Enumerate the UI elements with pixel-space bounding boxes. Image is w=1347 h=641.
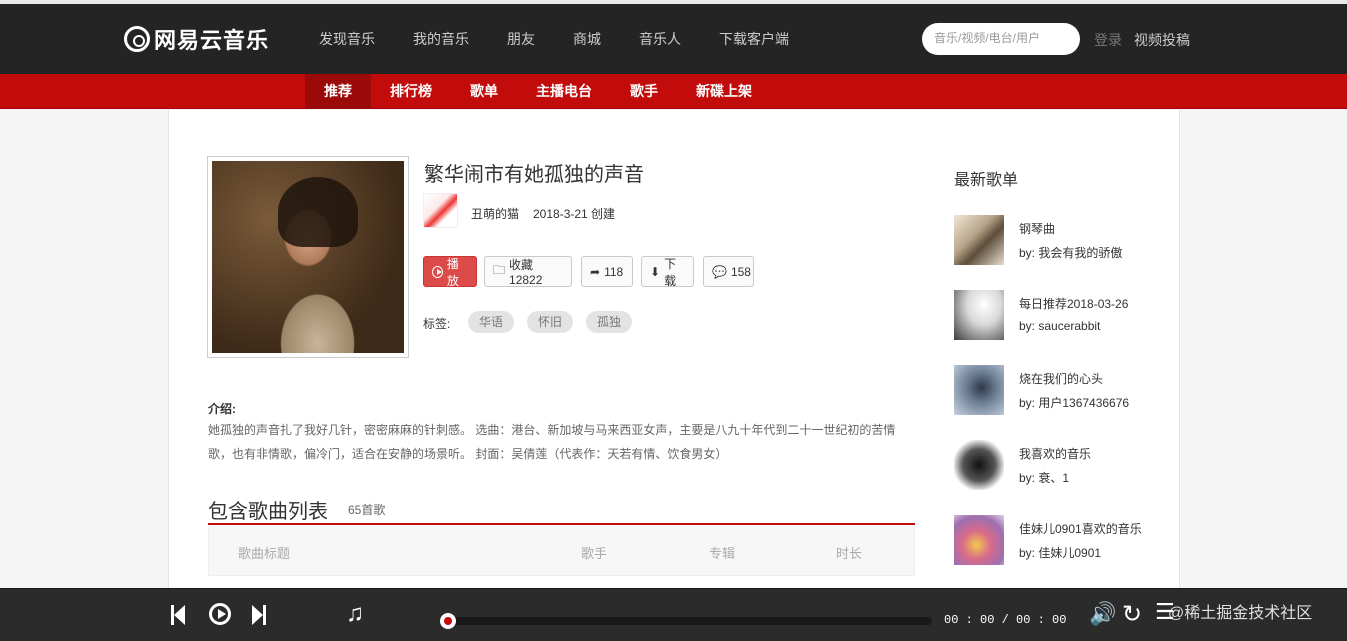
video-upload-link[interactable]: 视频投稿 (1134, 30, 1190, 50)
sidebar-playlist[interactable]: 烧在我们的心头 by: 用户1367436676 (954, 365, 1164, 415)
play-button[interactable]: 播放 (423, 256, 477, 288)
sidebar-playlist[interactable]: 佳妹儿0901喜欢的音乐 by: 佳妹儿0901 (954, 515, 1164, 565)
nav-download-client[interactable]: 下载客户端 (700, 4, 808, 74)
playlist-name: 烧在我们的心头 (1019, 372, 1104, 386)
tag-lonely[interactable]: 孤独 (586, 311, 633, 333)
col-duration: 时长 (836, 546, 863, 561)
playlist-author: by: 我会有我的骄傲 (1019, 246, 1123, 260)
favorite-label: 收藏12822 (509, 258, 543, 287)
playlist-thumb (954, 515, 1004, 565)
nav-musicians[interactable]: 音乐人 (620, 4, 700, 74)
creator-name[interactable]: 丑萌的猫 (471, 205, 519, 222)
comment-label: 158 (730, 264, 751, 279)
download-icon: ⬇ (650, 264, 661, 279)
playlist-author: by: 衰、1 (1019, 471, 1070, 485)
next-track-icon[interactable] (252, 605, 266, 625)
loop-icon[interactable]: ↻ (1122, 600, 1142, 629)
logo-text: 网易云音乐 (154, 28, 270, 53)
playlist-name: 佳妹儿0901喜欢的音乐 (1019, 522, 1142, 536)
playlist-name: 每日推荐2018-03-26 (1019, 297, 1129, 311)
playlist-thumb (954, 365, 1004, 415)
volume-icon[interactable]: 🔊 (1089, 601, 1116, 627)
previous-track-icon[interactable] (171, 605, 185, 625)
song-count: 65首歌 (348, 503, 386, 517)
subnav-artists[interactable]: 歌手 (611, 74, 677, 109)
music-note-icon[interactable]: ♫ (346, 600, 364, 628)
intro-label: 介绍: (208, 402, 236, 416)
tag-nostalgic[interactable]: 怀旧 (527, 311, 574, 333)
comment-icon: 💬 (712, 264, 727, 279)
download-label: 下载 (664, 256, 677, 288)
folder-icon: 🗀 (493, 263, 506, 277)
tags-label: 标签: (423, 317, 451, 331)
col-artist: 歌手 (581, 546, 608, 561)
subnav-playlists[interactable]: 歌单 (451, 74, 517, 109)
share-button[interactable]: ➦ 118 (581, 256, 633, 287)
subnav-charts[interactable]: 排行榜 (371, 74, 451, 109)
netease-logo-icon (124, 26, 150, 52)
playlist-thumb (954, 440, 1004, 490)
creator-avatar[interactable] (423, 193, 458, 228)
time-display: 00 : 00 / 00 : 00 (944, 613, 1067, 627)
site-logo[interactable]: 网易云音乐 (124, 24, 269, 54)
nav-my-music[interactable]: 我的音乐 (394, 4, 488, 74)
playlist-author: by: saucerabbit (1019, 319, 1101, 333)
sub-nav: 推荐 排行榜 歌单 主播电台 歌手 新碟上架 (0, 74, 1347, 109)
song-list-title: 包含歌曲列表 (208, 501, 328, 523)
col-album: 专辑 (709, 546, 736, 561)
player-bar: ♫ 00 : 00 / 00 : 00 🔊 ↻ ☰ @稀土掘金技术社区 (0, 588, 1347, 641)
subnav-new-albums[interactable]: 新碟上架 (677, 74, 771, 109)
share-icon: ➦ (590, 264, 601, 279)
sidebar-playlist[interactable]: 钢琴曲 by: 我会有我的骄傲 (954, 215, 1164, 265)
top-bar: 网易云音乐 发现音乐 我的音乐 朋友 商城 音乐人 下载客户端 登录 视频投稿 (0, 4, 1347, 74)
sidebar-playlist[interactable]: 我喜欢的音乐 by: 衰、1 (954, 440, 1164, 490)
playlist-thumb (954, 290, 1004, 340)
intro-text: 她孤独的声音扎了我好几针，密密麻麻的针刺感。 选曲：港台、新加坡与马来西亚女声，… (208, 418, 908, 466)
login-link[interactable]: 登录 (1094, 30, 1122, 50)
progress-knob[interactable] (440, 613, 456, 629)
intro-line: 歌，也有非情歌，偏冷门，适合在安静的场景听。 封面：吴倩莲（代表作：天若有情、饮… (208, 447, 728, 461)
nav-friends[interactable]: 朋友 (488, 4, 554, 74)
sidebar-playlist[interactable]: 每日推荐2018-03-26 by: saucerabbit (954, 290, 1164, 340)
share-label: 118 (604, 264, 624, 279)
tag-chinese[interactable]: 华语 (468, 311, 515, 333)
nav-store[interactable]: 商城 (554, 4, 620, 74)
subnav-recommend[interactable]: 推荐 (305, 74, 371, 109)
play-icon[interactable] (209, 603, 231, 625)
song-table-header: 歌曲标题 歌手 专辑 时长 (208, 525, 915, 576)
subnav-radio[interactable]: 主播电台 (517, 74, 611, 109)
playlist-name: 我喜欢的音乐 (1019, 447, 1092, 461)
playlist-cover[interactable] (207, 156, 409, 358)
main-nav: 发现音乐 我的音乐 朋友 商城 音乐人 下载客户端 (300, 4, 808, 74)
play-circle-icon (432, 265, 443, 278)
watermark: @稀土掘金技术社区 (1168, 605, 1313, 622)
sidebar-title: 最新歌单 (954, 172, 1019, 189)
col-song-title: 歌曲标题 (238, 546, 291, 561)
nav-discover[interactable]: 发现音乐 (300, 4, 394, 74)
play-label: 播放 (446, 256, 459, 288)
playlist-thumb (954, 215, 1004, 265)
progress-track[interactable] (440, 617, 932, 625)
playlist-author: by: 用户1367436676 (1019, 396, 1130, 410)
create-date: 2018-3-21 创建 (533, 207, 616, 221)
download-button[interactable]: ⬇ 下载 (641, 256, 694, 288)
playlist-name: 钢琴曲 (1019, 222, 1056, 236)
comment-button[interactable]: 💬 158 (703, 256, 754, 287)
favorite-button[interactable]: 🗀 收藏12822 (484, 256, 572, 287)
playlist-title: 繁华闹市有她孤独的声音 (424, 164, 644, 186)
search-box (922, 23, 1080, 55)
playlist-author: by: 佳妹儿0901 (1019, 546, 1102, 560)
intro-line: 她孤独的声音扎了我好几针，密密麻麻的针刺感。 选曲：港台、新加坡与马来西亚女声，… (208, 423, 896, 437)
search-input[interactable] (934, 31, 1074, 45)
